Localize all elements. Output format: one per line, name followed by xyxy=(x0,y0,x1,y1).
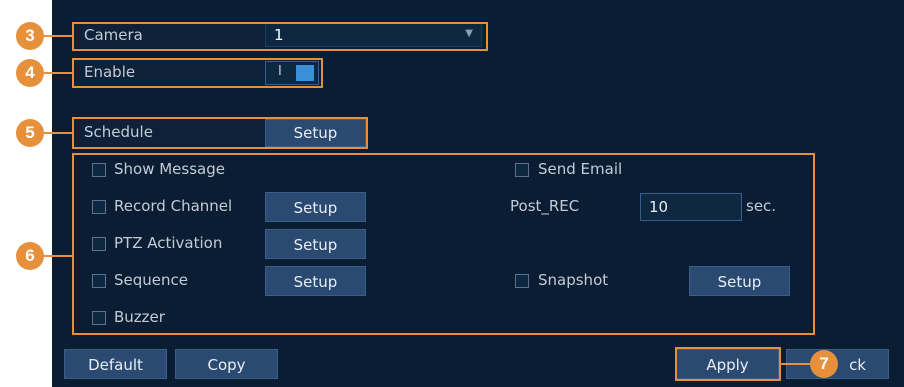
callout-line-5 xyxy=(44,132,72,134)
back-button-label: ck xyxy=(849,356,866,374)
marker-4-icon: 4 xyxy=(16,59,44,87)
callout-line-3 xyxy=(44,35,72,37)
callout-schedule-box xyxy=(72,117,368,149)
callout-line-7 xyxy=(781,363,811,365)
marker-7-icon: 7 xyxy=(810,350,838,378)
callout-line-4 xyxy=(44,72,72,74)
callout-line-6 xyxy=(44,255,72,257)
copy-button[interactable]: Copy xyxy=(175,349,278,379)
callout-enable-box xyxy=(72,58,323,88)
callout-camera-box xyxy=(72,22,488,51)
default-button[interactable]: Default xyxy=(64,349,167,379)
marker-3-icon: 3 xyxy=(16,22,44,50)
marker-6-icon: 6 xyxy=(16,242,44,270)
callout-actions-box xyxy=(72,153,815,335)
callout-apply-box xyxy=(675,347,781,381)
marker-5-icon: 5 xyxy=(16,119,44,147)
